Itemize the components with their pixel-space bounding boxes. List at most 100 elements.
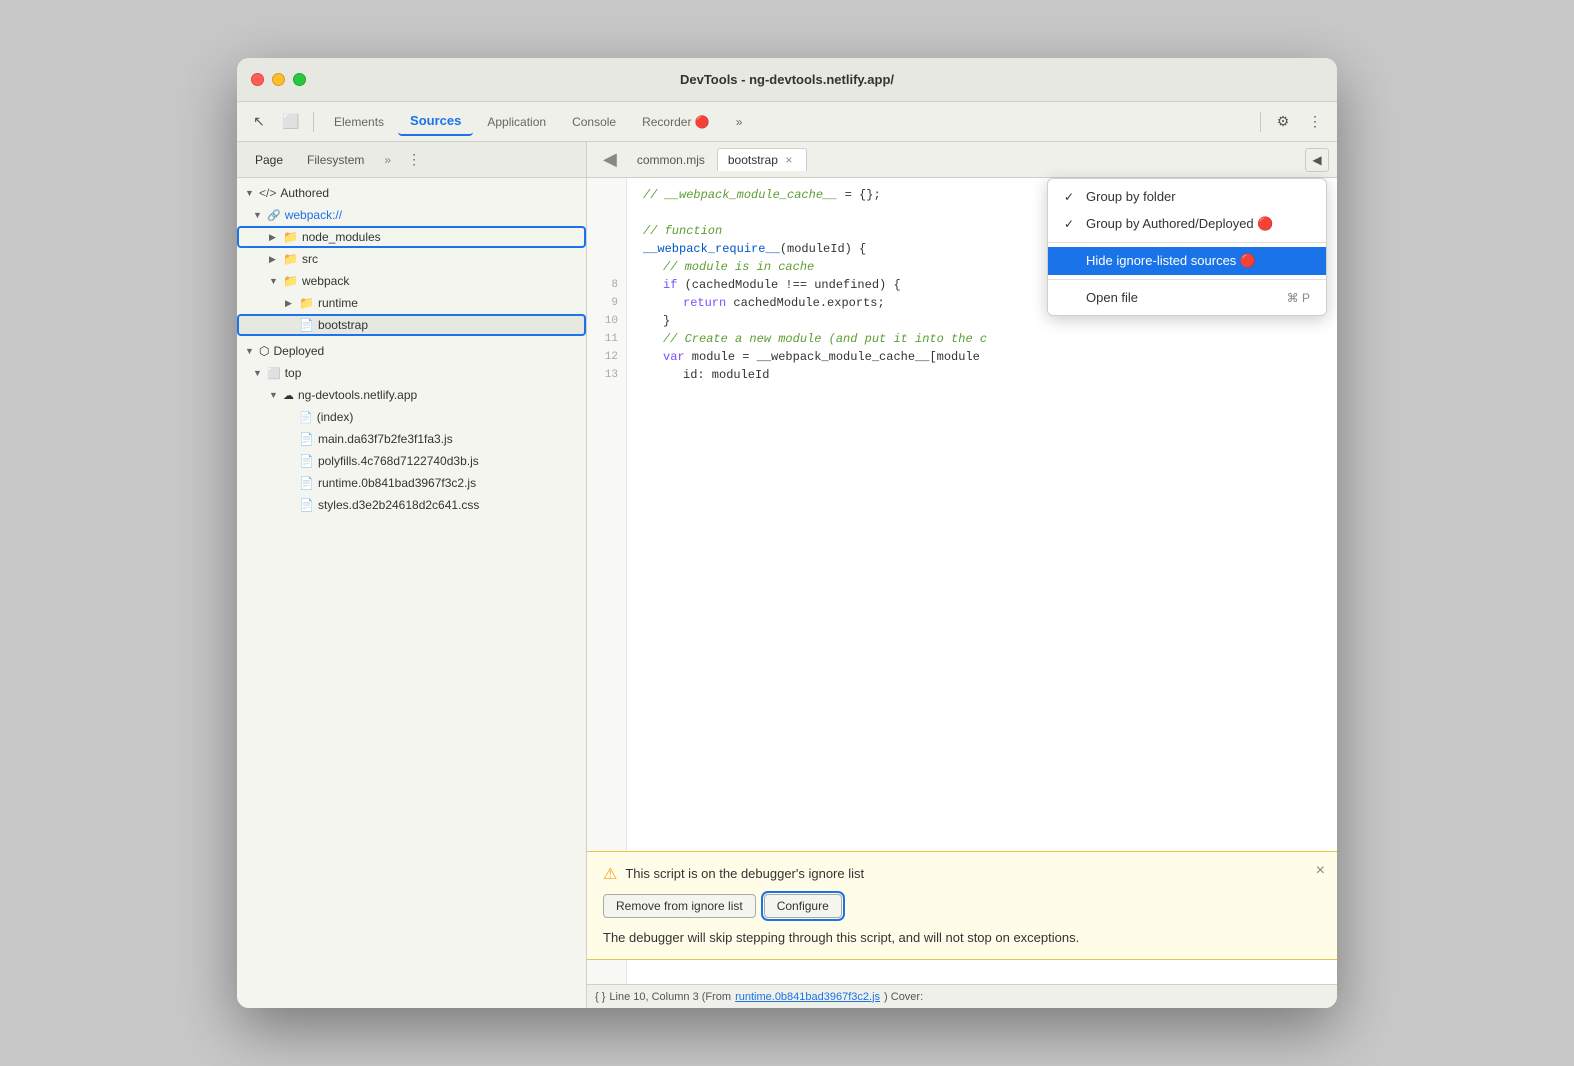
tree-item-src[interactable]: ▶ 📁 src	[237, 248, 586, 270]
arrow-right-icon-2: ▶	[269, 254, 279, 265]
arrow-down-icon-5: ▼	[253, 368, 263, 378]
node-modules-label: node_modules	[302, 230, 381, 244]
tree-item-runtime-js[interactable]: ▶ 📄 runtime.0b841bad3967f3c2.js	[237, 472, 586, 494]
menu-item-hide-ignore[interactable]: Hide ignore-listed sources 🔴	[1048, 247, 1326, 275]
banner-close-button[interactable]: ×	[1316, 862, 1325, 880]
polyfills-js-icon: 📄	[299, 454, 314, 468]
polyfills-js-label: polyfills.4c768d7122740d3b.js	[318, 454, 479, 468]
ng-devtools-label: ng-devtools.netlify.app	[298, 388, 417, 402]
editor-tab-bootstrap[interactable]: bootstrap ×	[717, 148, 807, 171]
tree-item-styles-css[interactable]: ▶ 📄 styles.d3e2b24618d2c641.css	[237, 494, 586, 516]
tree-item-top[interactable]: ▼ ⬜ top	[237, 362, 586, 384]
menu-label-group-by-authored: Group by Authored/Deployed 🔴	[1086, 216, 1273, 232]
panel-tab-page[interactable]: Page	[245, 149, 293, 171]
line-num: 13	[587, 366, 626, 384]
tree-item-main-js[interactable]: ▶ 📄 main.da63f7b2fe3f1fa3.js	[237, 428, 586, 450]
menu-item-group-by-authored[interactable]: ✓ Group by Authored/Deployed 🔴	[1048, 210, 1326, 238]
editor-right-arrow[interactable]: ◀	[1305, 148, 1329, 172]
webpack-label: webpack	[302, 274, 349, 288]
check-icon-3	[1064, 254, 1078, 268]
tree-item-ng-devtools[interactable]: ▼ ☁ ng-devtools.netlify.app	[237, 384, 586, 406]
line-num: 9	[587, 294, 626, 312]
configure-button[interactable]: Configure	[764, 894, 842, 918]
arrow-down-icon-3: ▼	[269, 276, 279, 286]
webpack-link-icon: 🔗	[267, 209, 281, 222]
menu-item-group-by-folder[interactable]: ✓ Group by folder	[1048, 183, 1326, 210]
src-label: src	[302, 252, 318, 266]
arrow-right-icon-3: ▶	[285, 298, 295, 309]
file-tree: ▼ </> Authored ▼ 🔗 webpack:// ▶ 📁 node_m…	[237, 178, 586, 1008]
tab-sources[interactable]: Sources	[398, 107, 473, 136]
editor-tabs: ◀ common.mjs bootstrap × ◀	[587, 142, 1337, 178]
top-label: top	[285, 366, 302, 380]
arrow-down-icon-4: ▼	[245, 346, 255, 356]
runtime-label: runtime	[318, 296, 358, 310]
tab-recorder[interactable]: Recorder 🔴	[630, 109, 722, 135]
main-area: Page Filesystem » ⋮ ▼ </> Authored ▼ 🔗 w…	[237, 142, 1337, 1008]
tab-elements[interactable]: Elements	[322, 109, 396, 135]
code-line-11: id: moduleId	[643, 366, 1321, 384]
src-folder-icon: 📁	[283, 252, 298, 266]
cursor-icon[interactable]: ↖	[245, 108, 273, 136]
tree-item-deployed[interactable]: ▼ ⬡ Deployed	[237, 340, 586, 362]
code-line-9: // Create a new module (and put it into …	[643, 330, 1321, 348]
titlebar: DevTools - ng-devtools.netlify.app/	[237, 58, 1337, 102]
styles-css-icon: 📄	[299, 498, 314, 512]
status-brackets: { }	[595, 991, 605, 1003]
toolbar-separator	[313, 112, 314, 132]
arrow-placeholder-5: ▶	[285, 478, 295, 489]
code-line-10: var module = __webpack_module_cache__[mo…	[643, 348, 1321, 366]
tree-item-authored[interactable]: ▼ </> Authored	[237, 182, 586, 204]
bootstrap-file-icon: 📄	[299, 318, 314, 332]
webpack-folder-icon: 📁	[283, 274, 298, 288]
common-mjs-label: common.mjs	[637, 153, 705, 167]
remove-from-ignore-button[interactable]: Remove from ignore list	[603, 894, 756, 918]
tab-console[interactable]: Console	[560, 109, 628, 135]
tree-item-index[interactable]: ▶ 📄 (index)	[237, 406, 586, 428]
tree-item-bootstrap[interactable]: ▶ 📄 bootstrap	[237, 314, 586, 336]
main-toolbar: ↖ ⬜ Elements Sources Application Console…	[237, 102, 1337, 142]
minimize-button[interactable]	[272, 73, 285, 86]
menu-label-open-file: Open file	[1086, 290, 1138, 305]
panel-tabs: Page Filesystem » ⋮	[237, 142, 586, 178]
more-options-icon[interactable]: ⋮	[1301, 108, 1329, 136]
arrow-placeholder: ▶	[285, 320, 295, 331]
tree-item-node-modules[interactable]: ▶ 📁 node_modules	[237, 226, 586, 248]
menu-item-open-file[interactable]: Open file ⌘ P	[1048, 284, 1326, 311]
arrow-down-icon-2: ▼	[253, 210, 263, 220]
index-label: (index)	[317, 410, 354, 424]
panel-tabs-more[interactable]: »	[378, 149, 397, 171]
arrow-down-icon-6: ▼	[269, 390, 279, 400]
panel-tab-filesystem[interactable]: Filesystem	[297, 149, 374, 171]
main-js-icon: 📄	[299, 432, 314, 446]
panel-dots-menu[interactable]: ⋮	[401, 149, 427, 170]
menu-shortcut-open-file: ⌘ P	[1287, 291, 1310, 305]
bootstrap-label: bootstrap	[318, 318, 368, 332]
status-link[interactable]: runtime.0b841bad3967f3c2.js	[735, 991, 880, 1003]
tab-navigation: Elements Sources Application Console Rec…	[322, 107, 1252, 136]
deployed-icon: ⬡	[259, 344, 269, 358]
editor-tab-common-mjs[interactable]: common.mjs	[627, 149, 715, 171]
banner-header-text: This script is on the debugger's ignore …	[625, 866, 864, 881]
line-num: 8	[587, 276, 626, 294]
authored-icon: </>	[259, 186, 276, 200]
tab-close-icon[interactable]: ×	[782, 153, 796, 167]
tree-item-polyfills-js[interactable]: ▶ 📄 polyfills.4c768d7122740d3b.js	[237, 450, 586, 472]
index-file-icon: 📄	[299, 411, 313, 424]
fullscreen-button[interactable]	[293, 73, 306, 86]
tree-item-webpack[interactable]: ▼ 📁 webpack	[237, 270, 586, 292]
editor-left-arrow[interactable]: ◀	[595, 145, 625, 174]
settings-icon[interactable]: ⚙	[1269, 108, 1297, 136]
check-icon-4	[1064, 291, 1078, 305]
line-num	[587, 204, 626, 222]
line-num: 10	[587, 312, 626, 330]
device-icon[interactable]: ⬜	[277, 108, 305, 136]
tab-application[interactable]: Application	[475, 109, 558, 135]
tab-more[interactable]: »	[724, 109, 755, 135]
warning-icon: ⚠	[603, 864, 617, 884]
authored-label: Authored	[280, 186, 329, 200]
close-button[interactable]	[251, 73, 264, 86]
tree-item-runtime[interactable]: ▶ 📁 runtime	[237, 292, 586, 314]
status-suffix: ) Cover:	[884, 991, 923, 1003]
tree-item-webpack-root[interactable]: ▼ 🔗 webpack://	[237, 204, 586, 226]
